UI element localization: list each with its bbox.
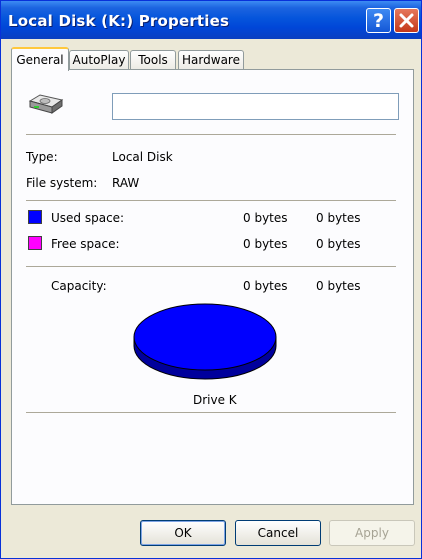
cancel-button[interactable]: Cancel — [235, 520, 321, 546]
close-button[interactable] — [394, 8, 419, 33]
free-space-size: 0 bytes — [316, 237, 361, 251]
capacity-size: 0 bytes — [316, 279, 361, 293]
file-system-value: RAW — [112, 176, 140, 190]
hard-drive-icon — [28, 94, 64, 114]
free-space-label: Free space: — [51, 237, 120, 251]
disk-usage-pie — [133, 303, 277, 380]
tab-general[interactable]: General — [11, 47, 69, 71]
tab-tools[interactable]: Tools — [130, 50, 176, 69]
close-icon — [399, 13, 414, 28]
used-space-size: 0 bytes — [316, 211, 361, 225]
used-space-bytes: 0 bytes — [243, 211, 288, 225]
drive-name-input[interactable] — [112, 93, 399, 120]
apply-button[interactable]: Apply — [329, 520, 415, 546]
type-label: Type: — [26, 150, 58, 164]
used-space-swatch — [28, 210, 42, 224]
help-button[interactable]: ? — [366, 8, 391, 33]
window-title: Local Disk (K:) Properties — [8, 12, 230, 30]
divider — [26, 266, 396, 267]
capacity-bytes: 0 bytes — [243, 279, 288, 293]
file-system-label: File system: — [26, 176, 98, 190]
question-icon: ? — [372, 9, 385, 32]
free-space-swatch — [28, 236, 42, 250]
tab-autoplay[interactable]: AutoPlay — [69, 50, 129, 69]
pie-top — [133, 303, 277, 371]
properties-window: Local Disk (K:) Properties ? General Aut… — [0, 0, 422, 559]
divider — [26, 412, 396, 413]
used-space-label: Used space: — [51, 211, 125, 225]
title-bar[interactable]: Local Disk (K:) Properties ? — [1, 1, 421, 39]
general-panel: Type: Local Disk File system: RAW Used s… — [11, 69, 414, 505]
divider — [26, 134, 396, 135]
drive-label: Drive K — [193, 393, 237, 407]
capacity-label: Capacity: — [51, 279, 107, 293]
divider — [26, 200, 396, 201]
type-value: Local Disk — [112, 150, 173, 164]
free-space-bytes: 0 bytes — [243, 237, 288, 251]
tab-hardware[interactable]: Hardware — [178, 50, 244, 69]
ok-button[interactable]: OK — [140, 520, 226, 546]
